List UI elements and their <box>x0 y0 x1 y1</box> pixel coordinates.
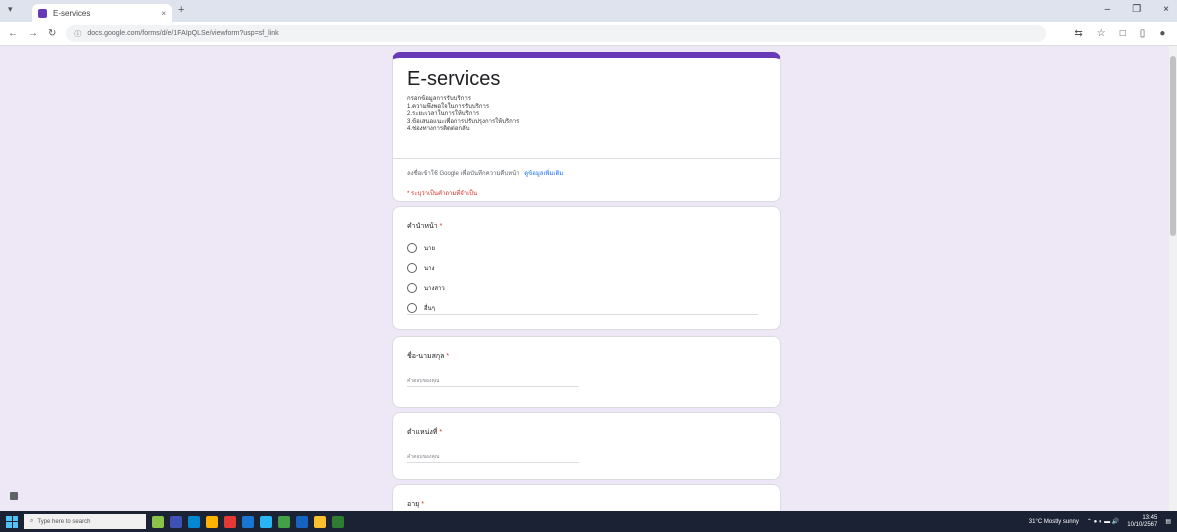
description-line: 3.ข้อเสนอแนะเพื่อการปรับปรุงการให้บริการ <box>407 118 520 125</box>
radio-option[interactable]: นาง <box>407 263 434 273</box>
tab-title: E-services <box>53 8 91 18</box>
clock[interactable]: 13:45 10/10/2567 <box>1127 515 1157 529</box>
extensions-icon[interactable]: □ <box>1120 28 1126 39</box>
radio-option[interactable]: อื่นๆ <box>407 303 435 313</box>
radio-option[interactable]: นางสาว <box>407 283 445 293</box>
signin-link[interactable]: ดูข้อมูลเพิ่มเติม <box>524 171 563 177</box>
required-star: * <box>446 353 450 360</box>
description-line: กรอกข้อมูลการรับบริการ <box>407 96 471 102</box>
radio-button[interactable] <box>407 303 417 313</box>
scrollbar-thumb[interactable] <box>1170 56 1176 236</box>
edge-icon[interactable] <box>188 515 200 528</box>
sidepanel-icon[interactable]: ▯ <box>1140 28 1146 39</box>
bookmark-star-icon[interactable]: ☆ <box>1097 28 1106 39</box>
widgets-icon[interactable] <box>152 515 164 528</box>
option-label: อื่นๆ <box>424 306 435 312</box>
url-text: docs.google.com/forms/d/e/1FAIpQLSe/view… <box>87 30 279 37</box>
file-explorer-icon[interactable] <box>206 515 218 528</box>
question-divider <box>407 314 758 315</box>
form-side-icon[interactable] <box>10 492 18 500</box>
back-icon[interactable]: ← <box>8 28 18 39</box>
tray-icons[interactable]: ⌃ ● ◐ ▬ 🔊 <box>1087 518 1119 525</box>
signin-notice: ลงชื่อเข้าใช้ Google เพื่อบันทึกความคืบห… <box>407 168 563 178</box>
required-star: * <box>421 501 424 508</box>
app-icon[interactable] <box>224 515 236 528</box>
search-icon: ⌕ <box>30 518 34 524</box>
reload-icon[interactable]: ↻ <box>48 28 56 39</box>
short-answer-input[interactable]: คำตอบของคุณ <box>407 377 579 387</box>
required-star: * <box>439 223 443 230</box>
question-card-title: คำนำหน้า * นาย นาง นางสาว อื่นๆ <box>392 206 781 330</box>
question-label: คำนำหน้า <box>407 223 438 230</box>
close-window-icon[interactable]: × <box>1163 4 1169 15</box>
date-text: 10/10/2567 <box>1127 521 1158 528</box>
windows-taskbar: ⌕ Type here to search 31°C Mostly sunny … <box>0 511 1177 532</box>
question-label: ตำแหน่งที่ <box>407 429 438 436</box>
radio-button[interactable] <box>407 263 417 273</box>
description-line: 4.ช่องทางการติดต่อกลับ <box>407 126 470 132</box>
form-description: กรอกข้อมูลการรับบริการ 1.ความพึงพอใจในกา… <box>407 96 519 134</box>
form-header-card: E-services กรอกข้อมูลการรับบริการ 1.ความ… <box>392 52 781 202</box>
option-label: นางสาว <box>424 286 445 292</box>
question-title: ชื่อ-นามสกุล * <box>407 351 449 362</box>
tab-list-icon[interactable]: ▾ <box>8 4 13 15</box>
forward-icon[interactable]: → <box>28 28 38 39</box>
maximize-icon[interactable]: ❐ <box>1132 4 1141 15</box>
required-note: * ระบุว่าเป็นคำถามที่จำเป็น <box>407 191 478 197</box>
system-tray: 31°C Mostly sunny ⌃ ● ◐ ▬ 🔊 13:45 10/10/… <box>1029 515 1171 529</box>
question-label: อายุ <box>407 501 420 508</box>
signin-text: ลงชื่อเข้าใช้ Google เพื่อบันทึกความคืบห… <box>407 171 520 177</box>
question-title: อายุ * <box>407 499 424 510</box>
description-line: 1.ความพึงพอใจในการรับบริการ <box>407 103 490 110</box>
toolbar-icons: ⇆ ☆ □ ▯ ● ⋮ <box>1074 28 1177 39</box>
radio-button[interactable] <box>407 283 417 293</box>
description-line: 2.ระยะเวลาในการให้บริการ <box>407 111 480 117</box>
time-text: 13:45 <box>1142 514 1158 521</box>
option-label: นาง <box>424 266 435 272</box>
chrome-icon[interactable] <box>314 515 326 528</box>
task-view-icon[interactable] <box>170 515 182 528</box>
mail-icon[interactable] <box>260 515 272 528</box>
windows-start-icon[interactable] <box>6 515 18 528</box>
site-info-icon[interactable]: ⓘ <box>74 29 81 39</box>
profile-icon[interactable]: ● <box>1159 28 1165 39</box>
line-icon[interactable] <box>332 515 344 528</box>
radio-option[interactable]: นาย <box>407 243 435 253</box>
new-tab-button[interactable]: + <box>178 4 184 16</box>
option-label: นาย <box>424 246 435 252</box>
translate-icon[interactable]: ⇆ <box>1074 28 1082 39</box>
question-label: ชื่อ-นามสกุล <box>407 353 445 360</box>
required-star: * <box>439 429 443 436</box>
word-icon[interactable] <box>296 515 308 528</box>
question-title: ตำแหน่งที่ * <box>407 427 442 438</box>
form-title: E-services <box>407 68 501 90</box>
header-divider <box>393 158 780 159</box>
excel-icon[interactable] <box>278 515 290 528</box>
question-card-name: ชื่อ-นามสกุล * คำตอบของคุณ <box>392 336 781 408</box>
forms-favicon-icon <box>38 8 47 18</box>
question-card-position: ตำแหน่งที่ * คำตอบของคุณ <box>392 412 781 480</box>
browser-tab-bar: ▾ E-services × + – ❐ × <box>0 0 1177 22</box>
weather-text[interactable]: 31°C Mostly sunny <box>1029 519 1079 525</box>
question-title: คำนำหน้า * <box>407 221 442 232</box>
tab-close-icon[interactable]: × <box>161 9 166 18</box>
store-icon[interactable] <box>242 515 254 528</box>
minimize-icon[interactable]: – <box>1105 4 1111 15</box>
browser-tab[interactable]: E-services × <box>32 4 172 22</box>
radio-button[interactable] <box>407 243 417 253</box>
address-bar[interactable]: ⓘ docs.google.com/forms/d/e/1FAIpQLSe/vi… <box>66 25 1047 42</box>
window-controls: – ❐ × <box>1105 4 1169 15</box>
notification-icon[interactable]: ▤ <box>1165 518 1171 525</box>
short-answer-input[interactable]: คำตอบของคุณ <box>407 453 579 463</box>
taskbar-search[interactable]: ⌕ Type here to search <box>24 514 146 529</box>
taskbar-search-placeholder: Type here to search <box>37 518 91 525</box>
browser-toolbar: ← → ↻ ⓘ docs.google.com/forms/d/e/1FAIpQ… <box>0 22 1177 46</box>
